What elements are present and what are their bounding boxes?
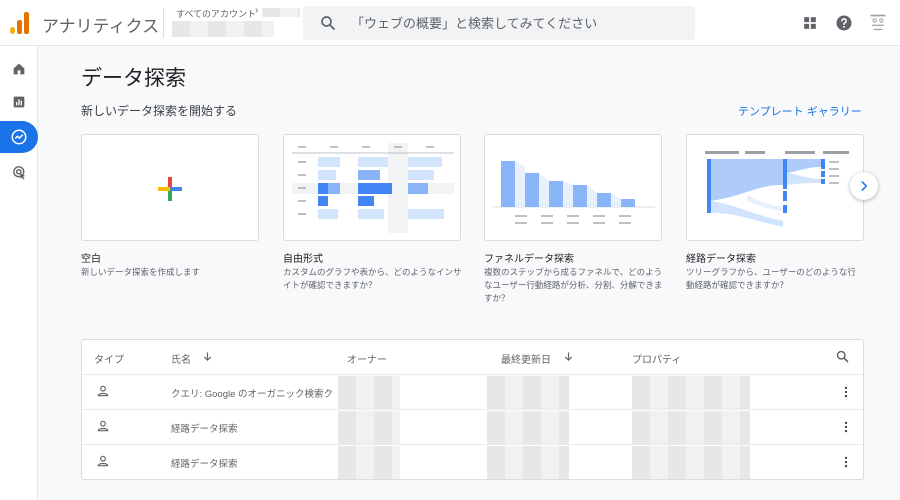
card-title-path: 経路データ探索: [686, 254, 756, 265]
redacted-owner: [338, 411, 400, 444]
account-icon[interactable]: [868, 11, 888, 35]
search-input[interactable]: [351, 6, 681, 40]
card-desc-path: ツリーグラフから、ユーザーのどのような行動経路が確認できますか？: [686, 267, 856, 290]
redacted-owner: [338, 446, 400, 479]
search-icon: [321, 16, 335, 30]
plus-icon: [158, 177, 182, 201]
arrow-down-icon[interactable]: [563, 351, 574, 362]
arrow-down-icon[interactable]: [202, 351, 213, 362]
redacted-last-modified: [487, 446, 569, 479]
template-card-blank[interactable]: [81, 134, 259, 241]
table-row[interactable]: 経路データ探索: [82, 444, 863, 479]
card-desc-freeform: カスタムのグラフや表から、どのようなインサイトが確認できますか？: [283, 267, 462, 290]
person-icon: [97, 385, 109, 397]
person-icon: [97, 420, 109, 432]
section-title: 新しいデータ探索を開始する: [81, 104, 238, 118]
bar-chart-icon: [13, 96, 25, 108]
redacted-property: [632, 411, 750, 444]
search-bar[interactable]: [303, 6, 695, 40]
template-card-freeform[interactable]: [283, 134, 461, 241]
more-vert-icon[interactable]: [839, 419, 853, 435]
card-title-freeform: 自由形式: [283, 254, 323, 265]
header-divider: [163, 8, 164, 38]
left-nav-rail: [0, 46, 38, 500]
col-header-owner[interactable]: オーナー: [347, 351, 387, 366]
template-gallery-link[interactable]: テンプレート ギャラリー: [738, 103, 862, 119]
search-icon[interactable]: [835, 349, 850, 364]
funnel-chart-thumbnail: [493, 161, 655, 224]
apps-grid-icon[interactable]: [800, 13, 820, 33]
rail-item-explore[interactable]: [0, 121, 38, 153]
help-icon[interactable]: [834, 13, 854, 33]
freeform-table-thumbnail: [292, 143, 454, 233]
card-title-blank: 空白: [81, 254, 101, 265]
rail-item-reports[interactable]: [0, 87, 38, 117]
card-desc-blank: 新しいデータ探索を作成します: [81, 267, 201, 277]
page-title: データ探索: [81, 67, 186, 90]
chevron-right-icon: [861, 181, 868, 191]
chevron-right-icon: ›: [255, 5, 259, 16]
explorations-table: タイプ 氏名 オーナー 最終更新日 プロパティ クエリ: Google のオーガ…: [81, 339, 864, 480]
rail-item-advertising[interactable]: [0, 157, 38, 187]
redacted-property: [632, 376, 750, 409]
path-tree-thumbnail: [705, 151, 849, 227]
home-icon: [13, 63, 25, 75]
exploration-name[interactable]: クエリ: Google のオーガニック検索ク: [171, 386, 333, 400]
col-header-type: タイプ: [94, 355, 124, 366]
explore-icon: [11, 129, 27, 145]
table-row[interactable]: 経路データ探索: [82, 409, 863, 444]
redacted-owner: [338, 376, 400, 409]
account-breadcrumb[interactable]: すべてのアカウント: [176, 7, 256, 20]
table-row[interactable]: クエリ: Google のオーガニック検索ク: [82, 374, 863, 409]
advertising-icon: [12, 165, 25, 180]
more-vert-icon[interactable]: [839, 384, 853, 400]
exploration-name[interactable]: 経路データ探索: [171, 456, 238, 470]
col-header-last-modified[interactable]: 最終更新日: [501, 351, 551, 366]
col-header-name[interactable]: 氏名: [171, 351, 191, 366]
rail-item-home[interactable]: [0, 54, 38, 84]
exploration-name[interactable]: 経路データ探索: [171, 421, 238, 435]
app-title[interactable]: アナリティクス: [42, 12, 159, 37]
redacted-account-name: [262, 8, 300, 17]
more-vert-icon[interactable]: [839, 454, 853, 470]
top-header: アナリティクス すべてのアカウント ›: [0, 0, 900, 46]
redacted-property-selector[interactable]: [172, 21, 274, 37]
col-header-property[interactable]: プロパティ: [632, 351, 681, 366]
template-card-path[interactable]: [686, 134, 864, 241]
redacted-property: [632, 446, 750, 479]
redacted-last-modified: [487, 411, 569, 444]
card-title-funnel: ファネルデータ探索: [484, 254, 574, 265]
person-icon: [97, 455, 109, 467]
template-card-funnel[interactable]: [484, 134, 662, 241]
redacted-last-modified: [487, 376, 569, 409]
analytics-logo[interactable]: [10, 12, 30, 34]
carousel-next-button[interactable]: [850, 172, 878, 200]
card-desc-funnel: 複数のステップから成るファネルで、どのようなユーザー行動経路が分析、分割、分解で…: [484, 267, 663, 303]
